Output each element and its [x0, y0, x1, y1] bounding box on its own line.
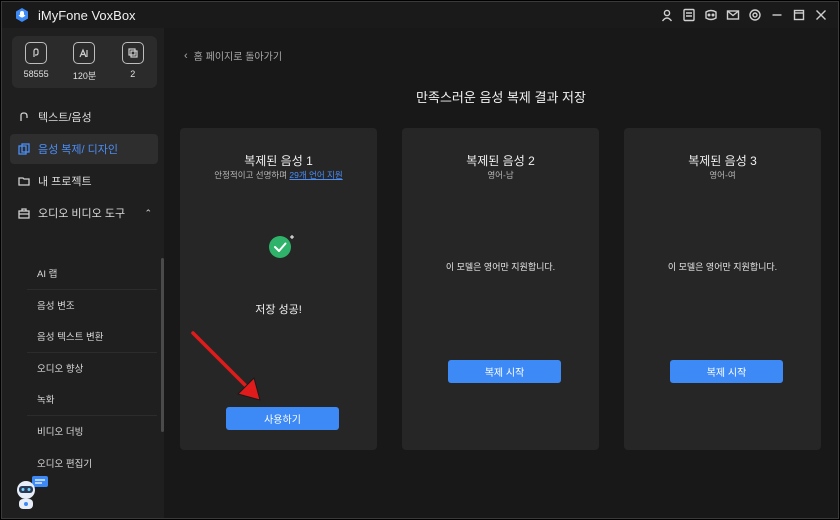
back-link[interactable]: ‹ 홈 페이지로 돌아가기: [184, 48, 283, 64]
sidebar-item-voice-clone[interactable]: 음성 복제/ 디자인: [10, 134, 158, 164]
text-to-speech-icon: [18, 111, 30, 123]
success-check-icon: [269, 235, 294, 258]
stat-value: 120분: [72, 71, 97, 81]
app-window: iMyFone VoxBox 58555 120분 2 텍스트/음성 음성 복제…: [1, 1, 839, 519]
save-success-text: 저장 성공!: [255, 304, 302, 316]
english-only-message: 이 모델은 영어만 지원합니다.: [445, 262, 556, 272]
title-bar-actions: [656, 2, 832, 28]
card-subtitle-text: 안정적이고 선명하며: [214, 170, 290, 180]
folder-icon: [18, 175, 30, 187]
av-tools-submenu: AI 랩 음성 변조 음성 텍스트 변환 오디오 향상 녹화 비디오 더빙 오디…: [27, 258, 157, 479]
sidebar-item-label: 텍스트/음성: [38, 112, 92, 124]
card-title: 복제된 음성 3: [688, 154, 757, 168]
toolbox-icon: [18, 207, 30, 219]
assistant-robot-icon[interactable]: [12, 474, 52, 512]
mail-icon[interactable]: [722, 2, 744, 28]
submenu-item-speech-to-text[interactable]: 음성 텍스트 변환: [27, 321, 157, 353]
cloned-voice-card-1: 복제된 음성 1 안정적이고 선명하며 29개 언어 지원 저장 성공! 사용하…: [180, 128, 377, 450]
sidebar: 58555 120분 2 텍스트/음성 음성 복제/ 디자인 내 프로젝트 오디…: [2, 28, 164, 518]
text-char-icon: [73, 42, 96, 64]
maximize-icon[interactable]: [788, 2, 810, 28]
english-only-message: 이 모델은 영어만 지원합니다.: [667, 262, 778, 272]
account-icon[interactable]: [656, 2, 678, 28]
voice-clone-icon: [18, 143, 30, 155]
cloned-voice-card-3: 복제된 음성 3 영어-여 이 모델은 영어만 지원합니다. 복제 시작: [624, 128, 821, 450]
submenu-item-audio-enhance[interactable]: 오디오 향상: [27, 353, 157, 385]
sidebar-item-label: 내 프로젝트: [38, 176, 92, 188]
submenu-item-record[interactable]: 녹화: [27, 384, 157, 416]
usage-stats-panel: 58555 120분 2: [12, 36, 157, 88]
use-button[interactable]: 사용하기: [226, 407, 339, 430]
sidebar-nav: 텍스트/음성 음성 복제/ 디자인 내 프로젝트 오디오 비디오 도구 ⌃: [10, 102, 158, 230]
start-clone-button[interactable]: 복제 시작: [670, 360, 783, 383]
chevron-up-icon[interactable]: ⌃: [144, 208, 152, 219]
app-logo-icon: [16, 8, 28, 22]
sidebar-item-label: 음성 복제/ 디자인: [38, 144, 119, 156]
submenu-item-ai-lab[interactable]: AI 랩: [27, 258, 157, 290]
languages-link[interactable]: 29개 언어 지원: [289, 170, 342, 180]
app-download-icon[interactable]: [678, 2, 700, 28]
cloned-voice-card-2: 복제된 음성 2 영어-남 이 모델은 영어만 지원합니다. 복제 시작: [402, 128, 599, 450]
card-title: 복제된 음성 1: [244, 154, 313, 168]
page-title: 만족스러운 음성 복제 결과 저장: [416, 90, 586, 105]
card-subtitle: 안정적이고 선명하며 29개 언어 지원: [180, 169, 377, 181]
back-label: 홈 페이지로 돌아가기: [193, 52, 283, 63]
stat-clone-count: 2: [113, 42, 153, 79]
sidebar-item-av-tools[interactable]: 오디오 비디오 도구 ⌃: [10, 198, 158, 228]
chevron-left-icon: ‹: [184, 49, 188, 62]
stat-value: 58555: [23, 69, 49, 79]
stat-voice-characters: 58555: [16, 42, 56, 79]
card-title: 복제된 음성 2: [466, 154, 535, 168]
sidebar-item-label: 오디오 비디오 도구: [38, 208, 126, 220]
stat-value: 2: [130, 69, 136, 79]
settings-icon[interactable]: [744, 2, 766, 28]
main-content: ‹ 홈 페이지로 돌아가기 만족스러운 음성 복제 결과 저장 복제된 음성 1…: [164, 28, 838, 518]
card-subtitle: 영어-남: [487, 170, 514, 180]
submenu-item-video-dubbing[interactable]: 비디오 더빙: [27, 416, 157, 448]
title-bar: iMyFone VoxBox: [2, 2, 838, 28]
voice-char-icon: [25, 42, 48, 64]
copy-count-icon: [121, 42, 144, 64]
submenu-item-voice-changer[interactable]: 음성 변조: [27, 290, 157, 322]
minimize-icon[interactable]: [766, 2, 788, 28]
stat-minutes: 120분: [64, 42, 104, 82]
app-title: iMyFone VoxBox: [38, 7, 136, 23]
discord-icon[interactable]: [700, 2, 722, 28]
close-icon[interactable]: [810, 2, 832, 28]
card-subtitle: 영어-여: [709, 170, 736, 180]
start-clone-button[interactable]: 복제 시작: [448, 360, 561, 383]
sidebar-item-my-projects[interactable]: 내 프로젝트: [10, 166, 158, 196]
sidebar-item-text-to-speech[interactable]: 텍스트/음성: [10, 102, 158, 132]
